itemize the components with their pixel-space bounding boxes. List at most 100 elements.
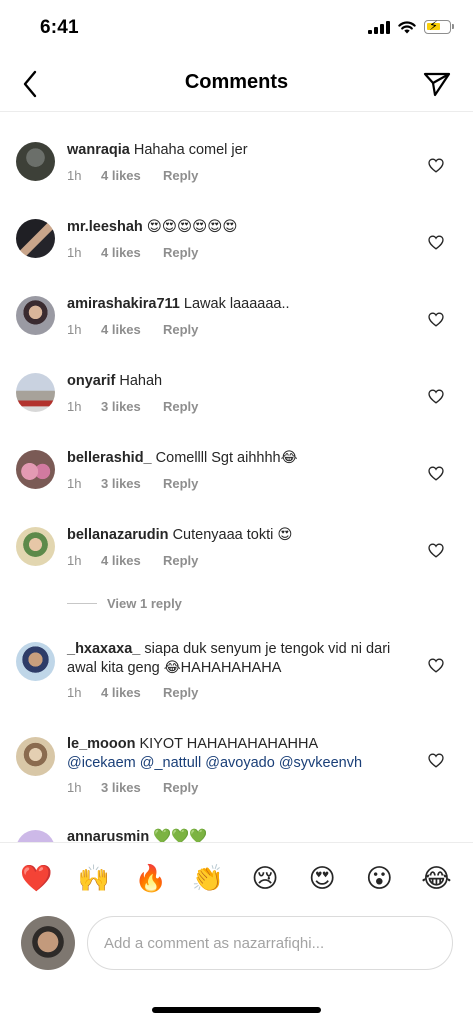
- status-icons: ⚡: [368, 18, 454, 34]
- comment-content: 😍😍😍😍😍😍: [146, 219, 238, 235]
- comment-username[interactable]: le_mooon: [67, 736, 135, 752]
- comment-username[interactable]: amirashakira711: [67, 296, 180, 312]
- comment-text: amirashakira711 Lawak laaaaaa..: [67, 295, 417, 314]
- reply-button[interactable]: Reply: [163, 553, 198, 568]
- comment-meta: 1h 4 likes Reply: [67, 245, 198, 260]
- comment-likes[interactable]: 3 likes: [101, 780, 163, 795]
- comment-likes[interactable]: 4 likes: [101, 685, 163, 700]
- emoji-fire-button[interactable]: 🔥: [131, 858, 171, 898]
- cellular-signal-icon: [368, 20, 390, 34]
- comment-username[interactable]: _hxaxaxa_: [67, 641, 140, 657]
- current-user-avatar: [21, 916, 75, 970]
- comment-meta: 1h 4 likes Reply: [67, 322, 198, 337]
- comment-likes[interactable]: 3 likes: [101, 399, 163, 414]
- like-button[interactable]: [426, 386, 446, 406]
- heart-icon: [428, 388, 444, 404]
- comment-meta: 1h 4 likes Reply: [67, 685, 198, 700]
- nav-header: Comments: [0, 56, 473, 112]
- emoji-clap-button[interactable]: 👏: [188, 858, 228, 898]
- like-button[interactable]: [426, 540, 446, 560]
- heart-icon: [428, 311, 444, 327]
- comment-content: Lawak laaaaaa..: [183, 296, 290, 312]
- avatar[interactable]: [16, 527, 55, 566]
- view-replies-label: View 1 reply: [107, 596, 182, 611]
- comment-username[interactable]: bellanazarudin: [67, 527, 169, 543]
- heart-icon: [428, 752, 444, 768]
- comment-content: Hahah: [119, 373, 163, 389]
- like-button[interactable]: [426, 463, 446, 483]
- comment-composer: [0, 912, 473, 978]
- comment-likes[interactable]: 4 likes: [101, 245, 163, 260]
- emoji-heart-eyes-button[interactable]: 😍: [302, 858, 342, 898]
- comment-likes[interactable]: 4 likes: [101, 322, 163, 337]
- like-button[interactable]: [426, 655, 446, 675]
- comment-content: Comellll Sgt aihhhh😂: [155, 450, 298, 466]
- emoji-raising-hands-button[interactable]: 🙌: [74, 858, 114, 898]
- reply-button[interactable]: Reply: [163, 168, 198, 183]
- comment-username[interactable]: mr.leeshah: [67, 219, 143, 235]
- comment-text: _hxaxaxa_ siapa duk senyum je tengok vid…: [67, 640, 417, 678]
- reply-button[interactable]: Reply: [163, 245, 198, 260]
- avatar[interactable]: [16, 142, 55, 181]
- page-title: Comments: [184, 71, 289, 93]
- comment-meta: 1h 3 likes Reply: [67, 780, 198, 795]
- comment-mentions[interactable]: @icekaem @_nattull @avoyado @syvkeenvh: [67, 755, 362, 771]
- avatar[interactable]: [16, 830, 55, 842]
- reply-button[interactable]: Reply: [163, 685, 198, 700]
- like-button[interactable]: [426, 750, 446, 770]
- comment-time: 1h: [67, 245, 82, 260]
- comment-meta: 1h 3 likes Reply: [67, 399, 198, 414]
- like-button[interactable]: [426, 232, 446, 252]
- comment-time: 1h: [67, 168, 82, 183]
- reply-button[interactable]: Reply: [163, 780, 198, 795]
- comment-likes[interactable]: 4 likes: [101, 168, 163, 183]
- comment-text: wanraqia Hahaha comel jer: [67, 141, 417, 160]
- battery-charging-icon: ⚡: [424, 18, 454, 34]
- home-indicator[interactable]: [152, 1007, 321, 1013]
- avatar[interactable]: [16, 296, 55, 335]
- comment-text: le_mooon KIYOT HAHAHAHAHAHHA @icekaem @_…: [67, 735, 417, 773]
- avatar[interactable]: [16, 737, 55, 776]
- reply-button[interactable]: Reply: [163, 399, 198, 414]
- comment-meta: 1h 4 likes Reply: [67, 553, 198, 568]
- comment-username[interactable]: annarusmin: [67, 829, 149, 842]
- reply-button[interactable]: Reply: [163, 476, 198, 491]
- emoji-surprised-button[interactable]: 😮: [359, 858, 399, 898]
- comment-username[interactable]: wanraqia: [67, 142, 130, 158]
- comment-content: KIYOT HAHAHAHAHAHHA: [139, 736, 319, 752]
- comment-time: 1h: [67, 476, 82, 491]
- emoji-reaction-bar: ❤️ 🙌 🔥 👏 😢 😍 😮 😂: [0, 842, 473, 912]
- comment-time: 1h: [67, 322, 82, 337]
- reply-button[interactable]: Reply: [163, 322, 198, 337]
- share-button[interactable]: [417, 64, 457, 104]
- comment-time: 1h: [67, 780, 82, 795]
- comment-input[interactable]: [87, 916, 453, 970]
- comment-time: 1h: [67, 685, 82, 700]
- heart-icon: [428, 234, 444, 250]
- like-button[interactable]: [426, 155, 446, 175]
- comment-text: bellerashid_ Comellll Sgt aihhhh😂: [67, 449, 417, 468]
- reply-divider: [67, 603, 97, 604]
- heart-icon: [428, 542, 444, 558]
- avatar[interactable]: [16, 450, 55, 489]
- comment-content: 💚💚💚: [153, 829, 208, 842]
- emoji-heart-button[interactable]: ❤️: [17, 858, 57, 898]
- comment-username[interactable]: onyarif: [67, 373, 115, 389]
- comment-time: 1h: [67, 553, 82, 568]
- emoji-laughing-button[interactable]: 😂: [416, 858, 456, 898]
- view-replies-button[interactable]: View 1 reply: [67, 596, 182, 611]
- avatar[interactable]: [16, 642, 55, 681]
- avatar[interactable]: [16, 219, 55, 258]
- emoji-crying-button[interactable]: 😢: [245, 858, 285, 898]
- avatar[interactable]: [16, 373, 55, 412]
- comment-likes[interactable]: 3 likes: [101, 476, 163, 491]
- comment-likes[interactable]: 4 likes: [101, 553, 163, 568]
- like-button[interactable]: [426, 309, 446, 329]
- status-bar: 6:41 ⚡: [0, 0, 473, 56]
- heart-icon: [428, 657, 444, 673]
- status-time: 6:41: [40, 17, 79, 38]
- comment-text: annarusmin 💚💚💚: [67, 828, 417, 842]
- comment-list[interactable]: wanraqia Hahaha comel jer 1h 4 likes Rep…: [0, 112, 473, 842]
- comment-username[interactable]: bellerashid_: [67, 450, 152, 466]
- comment-content: Cutenyaaa tokti 😍: [172, 527, 293, 543]
